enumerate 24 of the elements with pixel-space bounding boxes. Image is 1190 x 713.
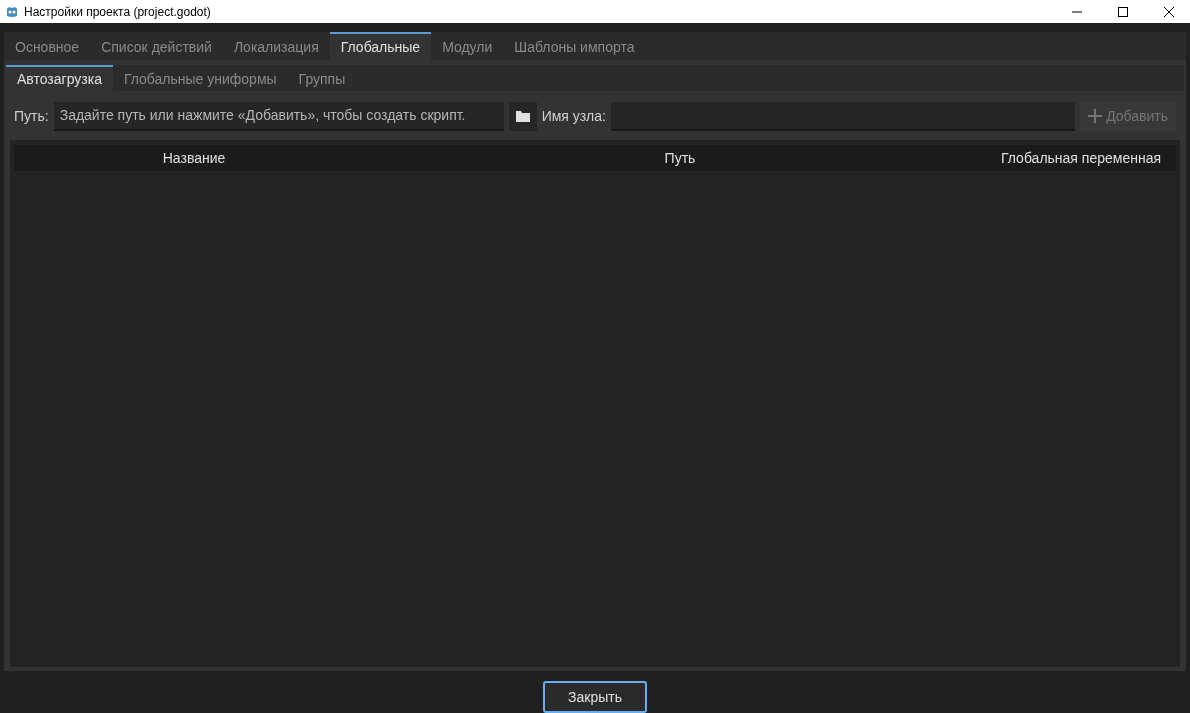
maximize-icon[interactable] [1117,5,1129,18]
tab[interactable]: Глобальные [329,32,432,60]
path-field[interactable]: Задайте путь или нажмите «Добавить», чтобы создать скрипт. [53,101,504,131]
close-button[interactable]: Закрыть [543,681,647,713]
tab[interactable]: Глобальные униформы [112,65,288,91]
field-label: Путь: [14,108,49,124]
tab[interactable]: Группы [287,65,357,91]
column-header[interactable]: Глобальная переменная [986,150,1176,166]
app-icon [5,4,19,19]
tab[interactable]: Шаблоны импорта [503,32,646,60]
folder-icon [515,110,530,122]
field-label: Имя узла: [541,108,606,124]
plus-icon [1088,109,1103,123]
tab[interactable]: Список действий [90,32,223,60]
window-title: Настройки проекта (project.godot) [24,4,211,19]
tab[interactable]: Основное [4,32,91,60]
column-header[interactable]: Название [14,150,374,166]
tab[interactable]: Автозагрузка [6,65,113,91]
tab[interactable]: Локализация [222,32,330,60]
tab[interactable]: Модули [431,32,504,60]
node-name-field[interactable] [610,101,1076,131]
column-header[interactable]: Путь [374,150,986,166]
folder-button[interactable] [508,101,537,131]
close-icon[interactable] [1163,5,1175,18]
